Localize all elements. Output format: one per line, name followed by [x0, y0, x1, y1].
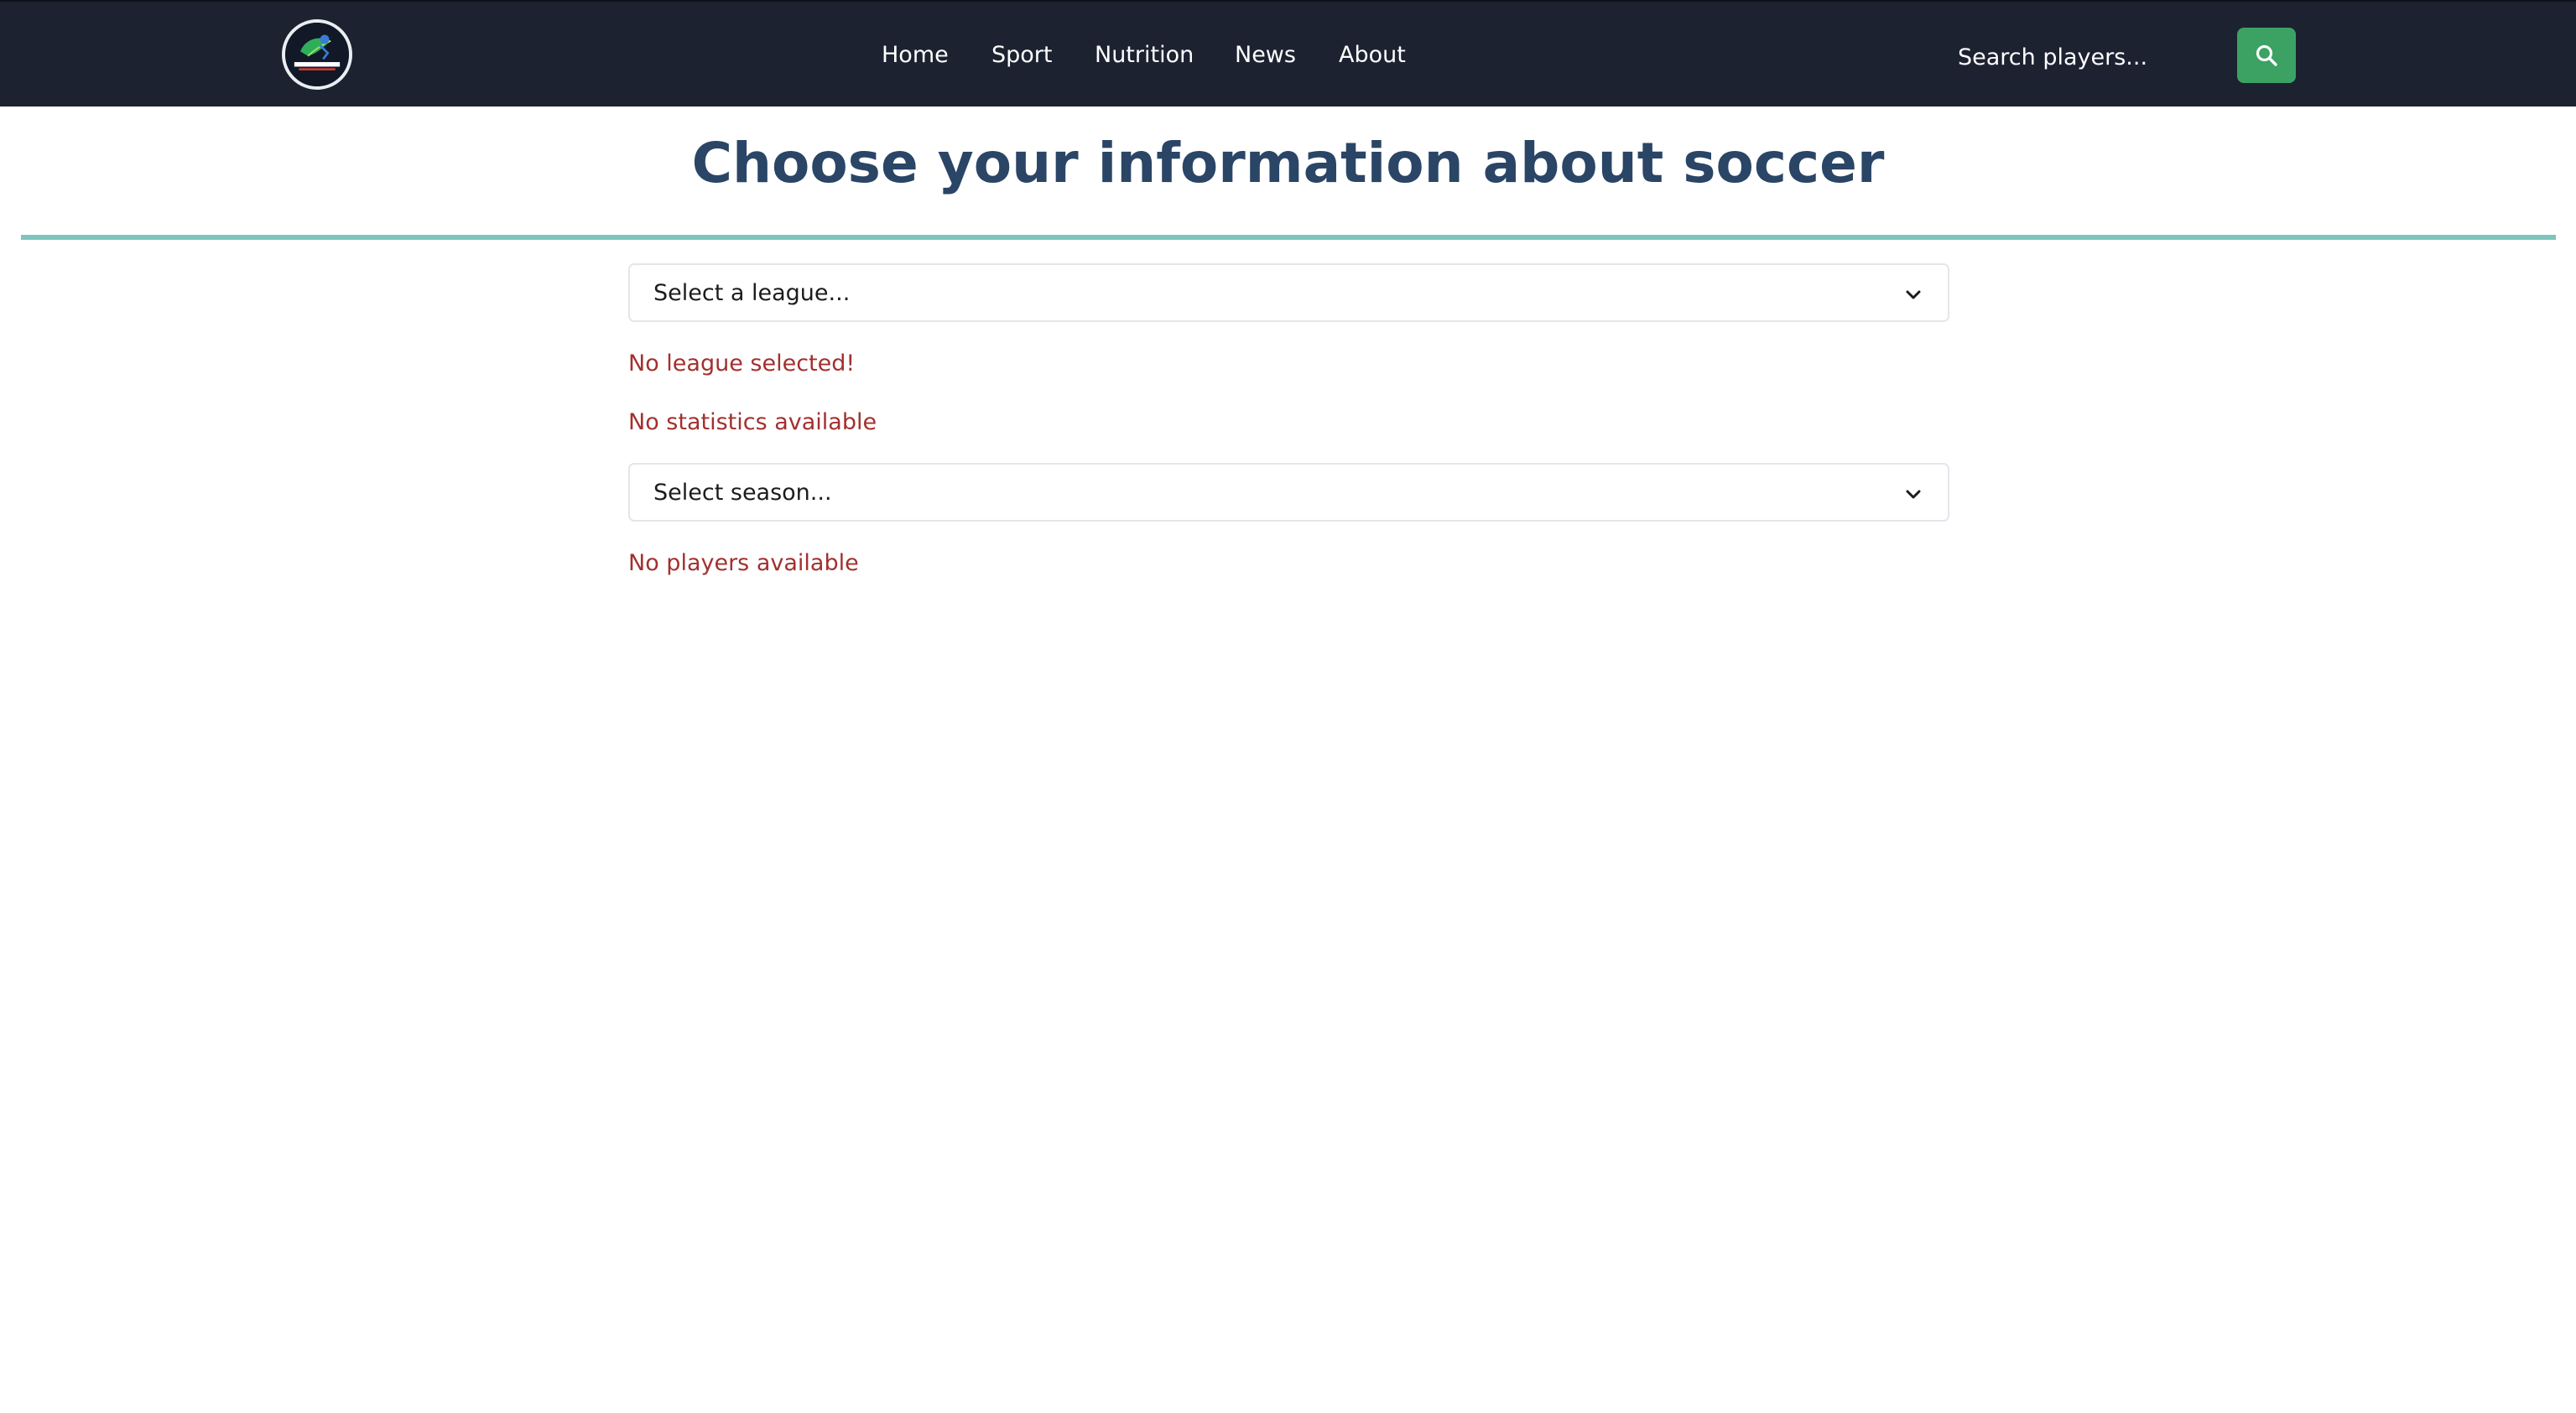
site-logo[interactable]: SPORT & NUTRITION: [282, 19, 352, 90]
league-select-value: Select a league...: [653, 280, 851, 306]
league-status-message: No league selected!: [628, 351, 856, 377]
page-title: Choose your information about soccer: [691, 131, 1885, 195]
nav-link-sport[interactable]: Sport: [991, 39, 1052, 72]
chevron-down-icon: [1906, 290, 1921, 299]
nav-link-about[interactable]: About: [1339, 39, 1406, 72]
sport-nutrition-logo-icon: [285, 23, 349, 86]
season-select-value: Select season...: [653, 480, 832, 506]
statistics-status-message: No statistics available: [628, 409, 877, 435]
search-players-input[interactable]: [1943, 35, 2228, 79]
nav-link-nutrition[interactable]: Nutrition: [1095, 39, 1194, 72]
title-divider: [21, 235, 2556, 240]
logo-text: SPORT & NUTRITION: [285, 86, 286, 87]
players-status-message: No players available: [628, 550, 859, 576]
nav-link-news[interactable]: News: [1235, 39, 1296, 72]
nav-link-home[interactable]: Home: [882, 39, 949, 72]
chevron-down-icon: [1906, 490, 1921, 499]
top-navbar: SPORT & NUTRITION Home Sport Nutrition N…: [0, 0, 2576, 106]
season-select[interactable]: Select season...: [628, 463, 1949, 522]
search-button[interactable]: [2237, 28, 2296, 83]
search-icon: [2256, 44, 2277, 66]
league-select[interactable]: Select a league...: [628, 263, 1949, 322]
